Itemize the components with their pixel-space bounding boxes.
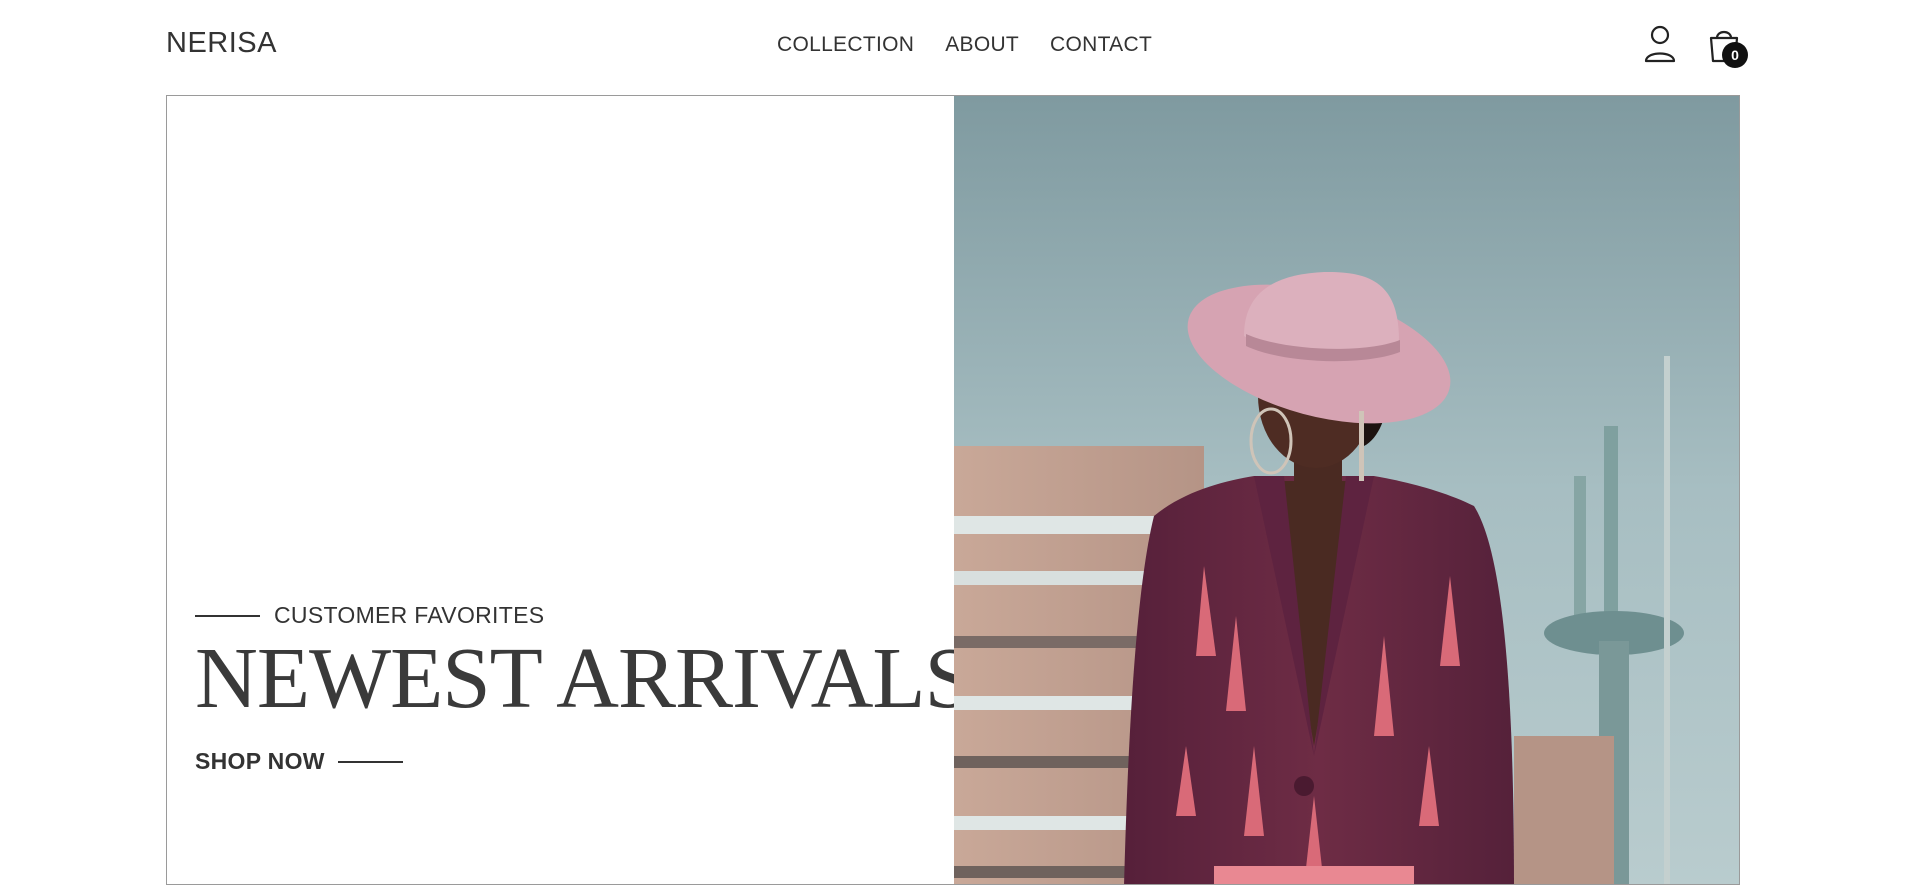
eyebrow-label: CUSTOMER FAVORITES <box>274 602 545 628</box>
nav-about[interactable]: ABOUT <box>945 33 1019 57</box>
cta-divider <box>337 760 403 763</box>
nav-collection[interactable]: COLLECTION <box>777 33 914 57</box>
hero-image <box>954 96 1739 884</box>
user-icon[interactable] <box>1643 24 1677 64</box>
shop-now-label[interactable]: SHOP NOW <box>195 748 325 775</box>
site-logo[interactable]: NERISA <box>166 27 277 60</box>
cart-count-badge[interactable]: 0 <box>1722 42 1748 68</box>
hero-headline: NEWEST ARRIVALS <box>195 629 973 726</box>
hero-text-panel: CUSTOMER FAVORITES NEWEST ARRIVALS SHOP … <box>167 96 973 884</box>
nav-contact[interactable]: CONTACT <box>1050 33 1152 57</box>
hero-banner: CUSTOMER FAVORITES NEWEST ARRIVALS SHOP … <box>166 95 1740 885</box>
hero-eyebrow: CUSTOMER FAVORITES <box>195 602 544 629</box>
shop-now-link[interactable]: SHOP NOW <box>195 748 403 775</box>
eyebrow-divider <box>195 614 260 617</box>
main-nav: COLLECTION ABOUT CONTACT <box>777 33 1152 57</box>
site-header: NERISA COLLECTION ABOUT CONTACT 0 <box>0 0 1911 95</box>
